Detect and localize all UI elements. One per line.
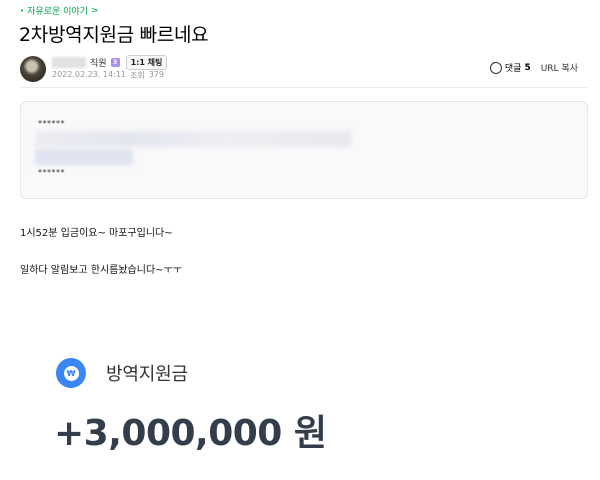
rank-badge: 3 bbox=[110, 57, 120, 67]
chat-button[interactable]: 1:1 채팅 bbox=[125, 54, 168, 70]
post-date: 2022.02.23. 14:11 bbox=[52, 70, 126, 79]
comment-icon bbox=[489, 59, 502, 74]
post-title: 2차방역지원금 빠르네요 bbox=[19, 24, 209, 46]
post-actions: 댓글 5 URL 복사 bbox=[489, 59, 578, 74]
deposit-amount: +3,000,000 원 bbox=[54, 413, 327, 454]
body-line: 1시52분 입금이요~ 마포구입니다~ bbox=[20, 228, 173, 239]
quote-bottom-marker: ****** bbox=[38, 168, 65, 177]
avatar[interactable] bbox=[20, 56, 46, 82]
bullet-icon: • bbox=[20, 6, 25, 15]
blurred-text-line bbox=[35, 149, 133, 165]
post-meta: 2022.02.23. 14:11 조회 379 bbox=[52, 70, 164, 81]
quote-box: ****** ****** bbox=[20, 101, 588, 199]
author-name-blurred[interactable] bbox=[52, 56, 86, 68]
url-copy-button[interactable]: URL 복사 bbox=[541, 61, 578, 74]
author-rank: 직원 bbox=[90, 58, 107, 69]
author-row: 직원 3 1:1 채팅 bbox=[52, 54, 168, 70]
fund-label: 방역지원금 bbox=[106, 364, 188, 385]
views-label: 조회 bbox=[129, 71, 145, 80]
chevron-right-icon: > bbox=[90, 5, 99, 16]
won-icon: ₩ bbox=[56, 358, 86, 388]
views-count: 379 bbox=[148, 70, 164, 79]
body-line: 일하다 알림보고 한시름놨습니다~ㅜㅜ bbox=[20, 265, 182, 276]
quote-top-marker: ****** bbox=[38, 119, 65, 128]
comment-button[interactable]: 댓글 5 bbox=[489, 59, 531, 74]
breadcrumb[interactable]: • 자유로운 이야기 > bbox=[20, 4, 99, 18]
comment-label: 댓글 bbox=[504, 64, 522, 74]
divider bbox=[20, 87, 588, 88]
board-link[interactable]: 자유로운 이야기 bbox=[27, 4, 88, 17]
won-symbol-icon: ₩ bbox=[63, 365, 79, 381]
comment-count: 5 bbox=[524, 62, 531, 73]
blurred-text-line bbox=[35, 131, 351, 147]
